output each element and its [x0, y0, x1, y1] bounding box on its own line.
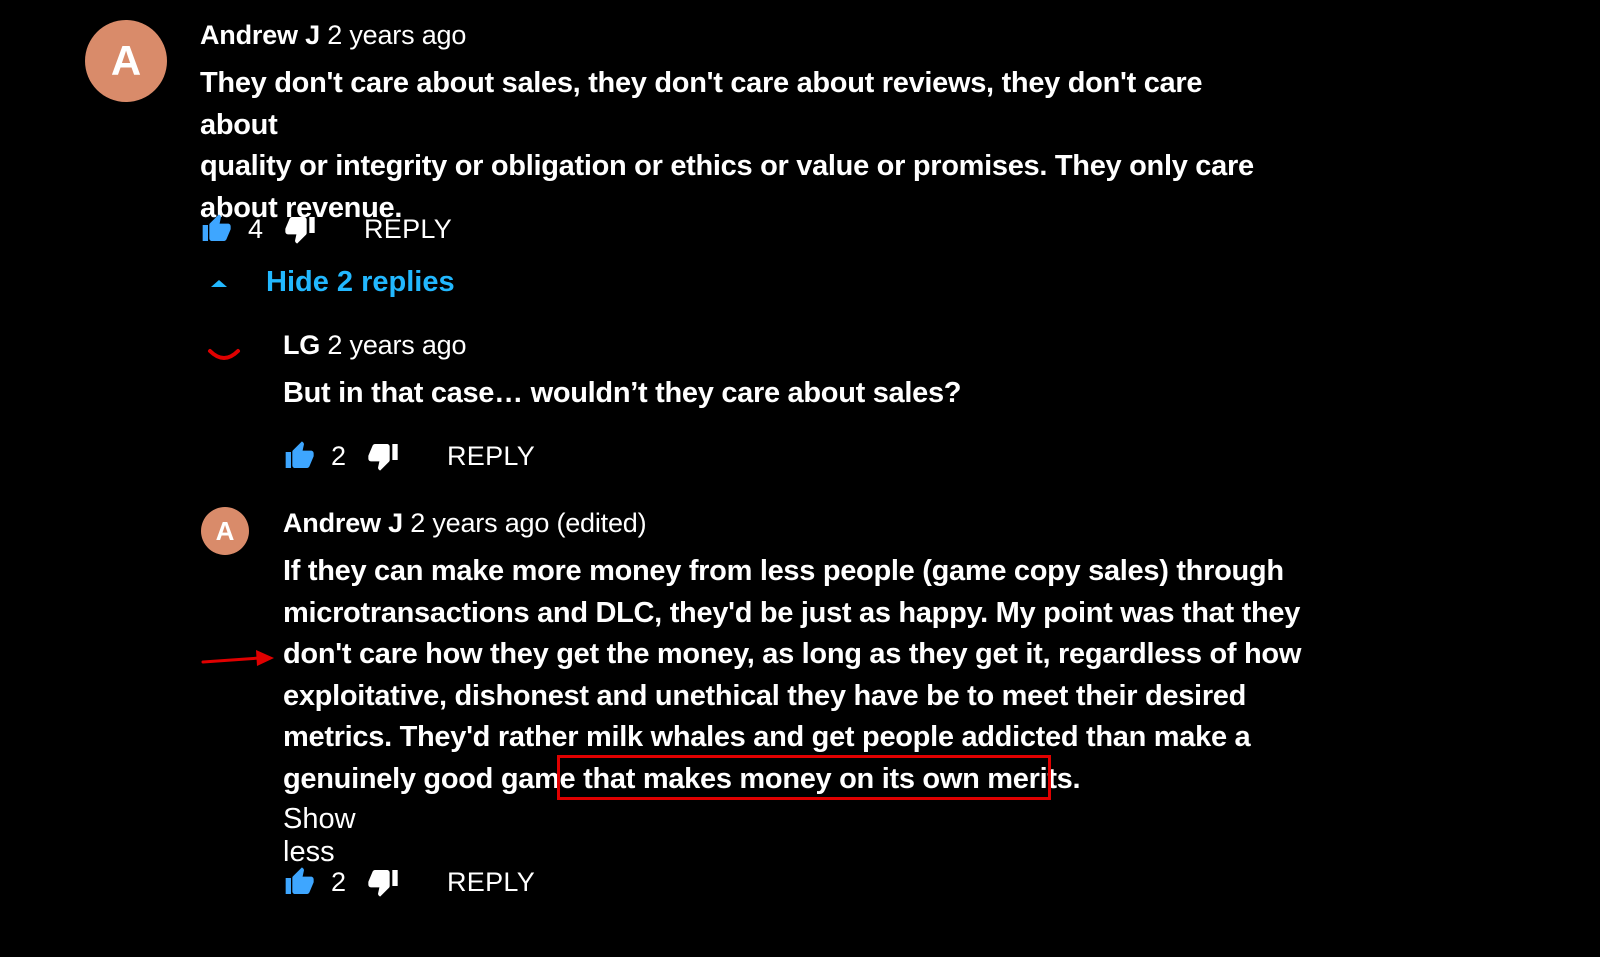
- comment-author[interactable]: Andrew J: [200, 20, 320, 50]
- comment-author[interactable]: LG: [283, 330, 320, 360]
- comment-header: LG 2 years ago: [283, 330, 467, 361]
- hide-replies-button[interactable]: Hide 2 replies: [206, 266, 455, 299]
- comment-text: If they can make more money from less pe…: [283, 551, 1383, 800]
- reply-button[interactable]: REPLY: [447, 867, 535, 898]
- reply-button[interactable]: REPLY: [364, 214, 452, 245]
- comment-text-line: don't care how they get the money, as lo…: [283, 638, 1302, 670]
- like-button[interactable]: [281, 864, 317, 900]
- comment-text-line: They don't care about sales, they don't …: [200, 67, 1203, 141]
- comment-actions: 2 REPLY: [281, 862, 535, 902]
- comment-text-line: exploitative, dishonest and unethical th…: [283, 679, 1247, 712]
- dislike-button[interactable]: [365, 438, 401, 474]
- comment-text: But in that case… wouldn’t they care abo…: [283, 373, 1283, 415]
- avatar[interactable]: A: [85, 20, 167, 102]
- thumbs-down-icon: [368, 870, 398, 897]
- comment-actions: 2 REPLY: [281, 436, 535, 476]
- like-count: 2: [331, 440, 347, 471]
- thumbs-up-icon: [285, 441, 314, 468]
- comment-text-line: But in that case… wouldn’t they care abo…: [283, 377, 962, 409]
- avatar-letter: A: [215, 515, 235, 546]
- thumbs-up-icon: [285, 867, 314, 894]
- like-count: 4: [248, 213, 264, 244]
- thumbs-up-icon: [202, 214, 231, 241]
- red-arrow-icon: [201, 650, 274, 666]
- comment-text-line: metrics. They'd rather milk whales and g…: [283, 721, 1251, 753]
- comment-time[interactable]: 2 years ago (edited): [410, 508, 646, 538]
- comment-author[interactable]: Andrew J: [283, 508, 403, 538]
- red-smile-icon: [208, 349, 240, 360]
- dislike-button[interactable]: [282, 211, 318, 247]
- comment-text-line: microtransactions and DLC, they'd be jus…: [283, 596, 1301, 629]
- avatar[interactable]: A: [201, 507, 249, 555]
- caret-up-icon: [206, 270, 232, 296]
- thumbs-down-icon: [285, 217, 315, 244]
- comment-header: Andrew J 2 years ago (edited): [283, 508, 647, 539]
- comment-time[interactable]: 2 years ago: [327, 20, 466, 50]
- comment-time[interactable]: 2 years ago: [327, 330, 466, 360]
- avatar-letter: A: [110, 37, 142, 84]
- comment-actions: 4 REPLY: [198, 209, 452, 249]
- like-count: 2: [331, 866, 347, 897]
- comment-text: They don't care about sales, they don't …: [200, 63, 1260, 229]
- reply-button[interactable]: REPLY: [447, 441, 535, 472]
- hide-replies-label: Hide 2 replies: [266, 266, 455, 298]
- comment-text-line: genuinely good game that makes money on …: [283, 762, 1081, 795]
- comment-header: Andrew J 2 years ago: [200, 20, 466, 51]
- like-button[interactable]: [198, 211, 234, 247]
- dislike-button[interactable]: [365, 864, 401, 900]
- show-less-button[interactable]: Show less: [283, 803, 356, 869]
- comment-text-line: quality or integrity or obligation or et…: [200, 150, 1254, 182]
- like-button[interactable]: [281, 438, 317, 474]
- thumbs-down-icon: [368, 444, 398, 471]
- comment-text-line: If they can make more money from less pe…: [283, 555, 1284, 587]
- avatar[interactable]: [200, 328, 248, 376]
